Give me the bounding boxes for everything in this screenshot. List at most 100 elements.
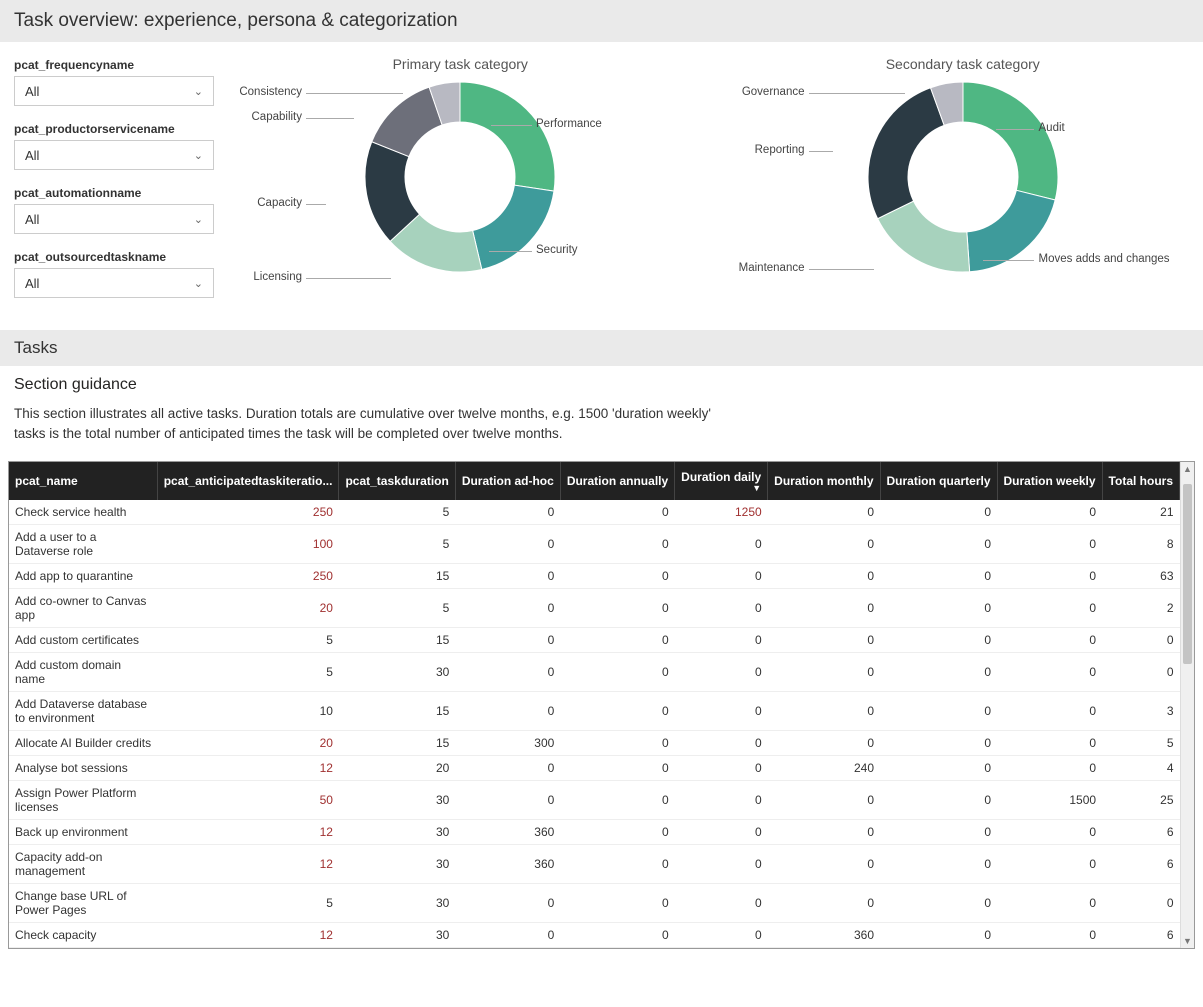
column-header[interactable]: Duration ad-hoc xyxy=(455,462,560,500)
cell: 0 xyxy=(455,923,560,948)
tasks-header: Tasks xyxy=(0,330,1203,366)
table-row[interactable]: Check deployment schedule for general av… xyxy=(9,948,1180,949)
column-header[interactable]: Total hours xyxy=(1102,462,1179,500)
scroll-up-icon[interactable]: ▲ xyxy=(1181,464,1194,474)
cell: 0 xyxy=(560,820,674,845)
filter-group: pcat_outsourcedtasknameAll⌄ xyxy=(14,250,214,298)
cell: 0 xyxy=(560,564,674,589)
slice-label: Performance xyxy=(536,118,602,130)
cell: 50 xyxy=(157,781,339,820)
column-header[interactable]: Duration quarterly xyxy=(880,462,997,500)
cell: Check deployment schedule for general av… xyxy=(9,948,157,949)
cell: 0 xyxy=(560,653,674,692)
cell: 0 xyxy=(880,884,997,923)
cell: 0 xyxy=(997,923,1102,948)
table-row[interactable]: Change base URL of Power Pages5300000000 xyxy=(9,884,1180,923)
table-row[interactable]: Assign Power Platform licenses5030000001… xyxy=(9,781,1180,820)
column-header[interactable]: pcat_anticipatedtaskiteratio... xyxy=(157,462,339,500)
table-row[interactable]: Check service health250500125000021 xyxy=(9,500,1180,525)
cell: 0 xyxy=(675,884,768,923)
cell: 0 xyxy=(675,564,768,589)
scrollbar-thumb[interactable] xyxy=(1183,484,1192,664)
filter-dropdown[interactable]: All⌄ xyxy=(14,268,214,298)
cell: 0 xyxy=(997,884,1102,923)
donut-chart xyxy=(868,82,1058,272)
table-row[interactable]: Back up environment1230360000006 xyxy=(9,820,1180,845)
column-header[interactable]: Duration daily▼ xyxy=(675,462,768,500)
filter-dropdown[interactable]: All⌄ xyxy=(14,204,214,234)
column-header[interactable]: Duration monthly xyxy=(768,462,880,500)
column-header[interactable]: Duration weekly xyxy=(997,462,1102,500)
slice-label: Maintenance xyxy=(739,262,805,274)
table-header-row: pcat_namepcat_anticipatedtaskiteratio...… xyxy=(9,462,1180,500)
cell: 360 xyxy=(455,820,560,845)
vertical-scrollbar[interactable]: ▲ ▼ xyxy=(1180,462,1194,948)
table-row[interactable]: Add a user to a Dataverse role1005000000… xyxy=(9,525,1180,564)
cell: 0 xyxy=(880,845,997,884)
column-header[interactable]: pcat_name xyxy=(9,462,157,500)
cell: 0 xyxy=(560,923,674,948)
donut-slice[interactable] xyxy=(963,82,1058,200)
donut-slice[interactable] xyxy=(460,82,555,191)
cell: 0 xyxy=(880,731,997,756)
cell: 0 xyxy=(455,589,560,628)
leader-line xyxy=(306,204,326,205)
cell: 360 xyxy=(455,845,560,884)
tasks-table-container: pcat_namepcat_anticipatedtaskiteratio...… xyxy=(8,461,1195,949)
cell: 0 xyxy=(675,628,768,653)
table-row[interactable]: Check capacity1230000360006 xyxy=(9,923,1180,948)
donut-slice[interactable] xyxy=(473,185,554,269)
cell: 0 xyxy=(768,525,880,564)
slice-label: Licensing xyxy=(253,271,302,283)
cell: 240 xyxy=(768,756,880,781)
cell: 12 xyxy=(157,923,339,948)
chart-title: Secondary task category xyxy=(737,56,1190,72)
cell: 15 xyxy=(339,948,455,949)
cell: 20 xyxy=(339,756,455,781)
cell: 0 xyxy=(997,820,1102,845)
cell: 0 xyxy=(880,923,997,948)
donut-slice[interactable] xyxy=(372,87,442,156)
cell: 0 xyxy=(560,628,674,653)
cell: 0 xyxy=(768,500,880,525)
cell: 5 xyxy=(339,589,455,628)
filter-label: pcat_productorservicename xyxy=(14,122,214,136)
cell: 6 xyxy=(1102,820,1179,845)
cell: 0 xyxy=(997,628,1102,653)
table-row[interactable]: Capacity add-on management1230360000006 xyxy=(9,845,1180,884)
column-header[interactable]: pcat_taskduration xyxy=(339,462,455,500)
cell: 5 xyxy=(157,884,339,923)
donut-wrap: AuditMoves adds and changesMaintenanceRe… xyxy=(737,82,1190,312)
table-row[interactable]: Add Dataverse database to environment101… xyxy=(9,692,1180,731)
filter-label: pcat_automationname xyxy=(14,186,214,200)
table-row[interactable]: Add co-owner to Canvas app2050000002 xyxy=(9,589,1180,628)
filter-dropdown[interactable]: All⌄ xyxy=(14,140,214,170)
table-row[interactable]: Allocate AI Builder credits2015300000005 xyxy=(9,731,1180,756)
cell: 2 xyxy=(157,948,339,949)
cell: 0 xyxy=(997,589,1102,628)
cell: 30 xyxy=(339,653,455,692)
donut-slice[interactable] xyxy=(868,88,944,219)
table-row[interactable]: Add custom domain name5300000000 xyxy=(9,653,1180,692)
cell: 0 xyxy=(675,692,768,731)
sort-desc-icon: ▼ xyxy=(681,484,761,492)
cell: 0 xyxy=(997,653,1102,692)
cell: 0 xyxy=(675,653,768,692)
column-header[interactable]: Duration annually xyxy=(560,462,674,500)
table-row[interactable]: Add app to quarantine2501500000063 xyxy=(9,564,1180,589)
table-row[interactable]: Analyse bot sessions1220000240004 xyxy=(9,756,1180,781)
cell: 30 xyxy=(339,845,455,884)
cell: 0 xyxy=(455,564,560,589)
cell: Change base URL of Power Pages xyxy=(9,884,157,923)
cell: 0 xyxy=(560,500,674,525)
cell: Add custom certificates xyxy=(9,628,157,653)
table-row[interactable]: Add custom certificates5150000000 xyxy=(9,628,1180,653)
cell: 0 xyxy=(1102,884,1179,923)
cell: 0 xyxy=(768,564,880,589)
cell: 0 xyxy=(560,756,674,781)
donut-wrap: PerformanceSecurityLicensingCapacityCapa… xyxy=(234,82,687,312)
scroll-down-icon[interactable]: ▼ xyxy=(1181,936,1194,946)
filter-dropdown[interactable]: All⌄ xyxy=(14,76,214,106)
cell: 0 xyxy=(880,781,997,820)
cell: 0 xyxy=(675,820,768,845)
